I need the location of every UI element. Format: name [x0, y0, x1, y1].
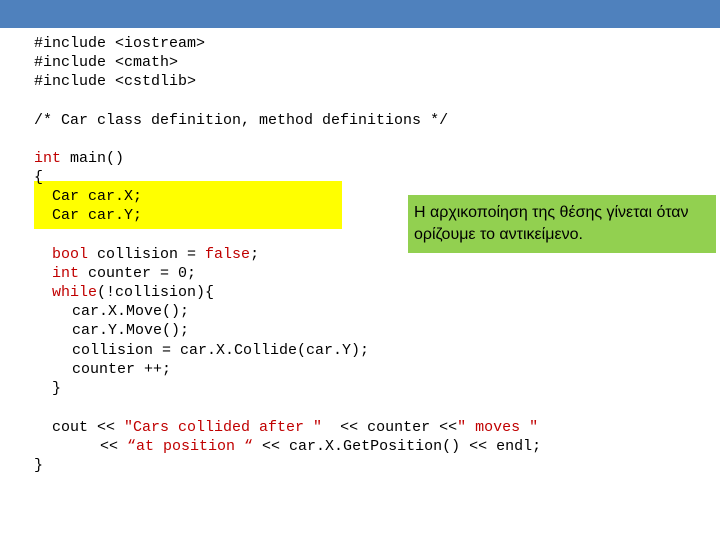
- close-brace: }: [34, 457, 44, 474]
- open-brace: {: [34, 169, 44, 186]
- while-close-brace: }: [52, 380, 62, 397]
- include-cstdlib: #include <cstdlib>: [34, 73, 197, 90]
- cout-line: cout << "Cars collided after " << counte…: [52, 419, 539, 436]
- cout-continuation: << “at position “ << car.X.GetPosition()…: [100, 438, 542, 455]
- counter-increment: counter ++;: [72, 361, 172, 378]
- car-y-move: car.Y.Move();: [72, 322, 190, 339]
- main-signature: int main(): [34, 150, 125, 167]
- car-x-declaration: Car car.X;: [34, 188, 143, 205]
- include-cmath: #include <cmath>: [34, 54, 179, 71]
- car-y-declaration: Car car.Y;: [34, 207, 143, 224]
- collision-declaration: bool collision = false;: [52, 246, 260, 263]
- top-bar: [0, 0, 720, 28]
- while-loop: while(!collision){: [52, 284, 215, 301]
- comment-line: /* Car class definition, method definiti…: [34, 112, 449, 129]
- car-x-move: car.X.Move();: [72, 303, 190, 320]
- keyword: int: [34, 150, 62, 167]
- include-iostream: #include <iostream>: [34, 35, 206, 52]
- counter-declaration: int counter = 0;: [52, 265, 197, 282]
- annotation-callout: Η αρχικοποίηση της θέσης γίνεται όταν ορ…: [408, 195, 716, 253]
- collision-check: collision = car.X.Collide(car.Y);: [72, 342, 370, 359]
